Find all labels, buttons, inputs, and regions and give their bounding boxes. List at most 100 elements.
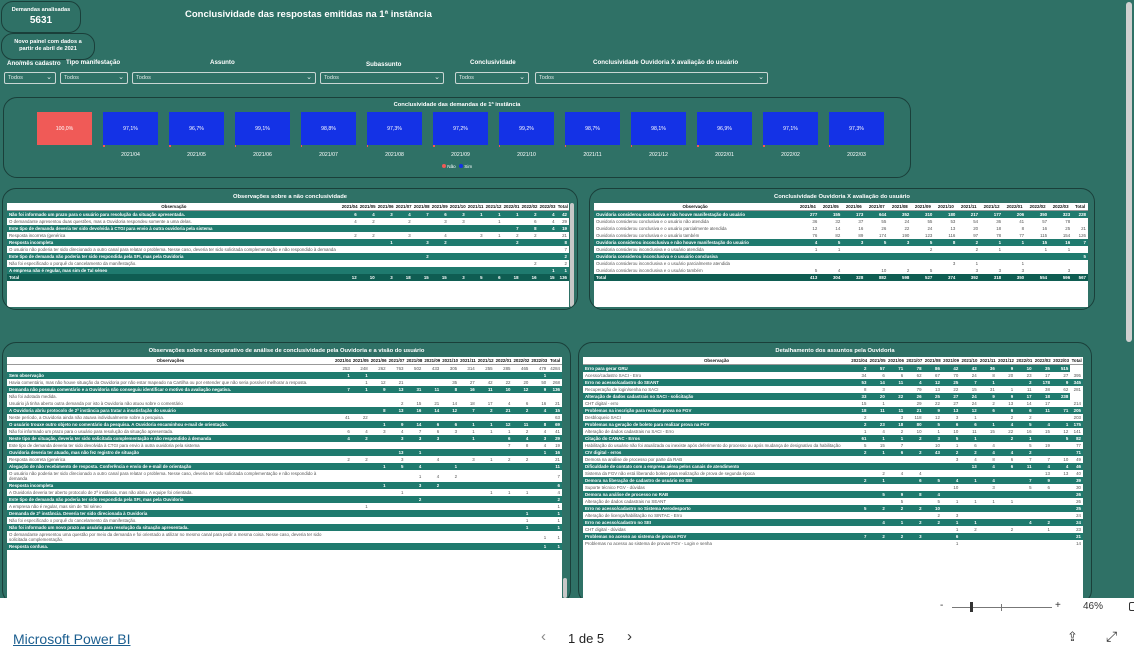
t1-scrollbar[interactable] bbox=[570, 203, 574, 307]
column-header[interactable]: 2021/05 bbox=[358, 203, 377, 211]
table-row[interactable]: Alteração de licença/habilitação no SINT… bbox=[583, 512, 1083, 519]
table-row[interactable]: Este tipo de demanda deveria ter sido de… bbox=[7, 442, 562, 449]
table-row[interactable]: Usuário já tinha aberto outra demanda po… bbox=[7, 400, 562, 407]
fit-page-icon[interactable] bbox=[1129, 602, 1134, 611]
column-header[interactable]: Total bbox=[1072, 203, 1088, 211]
column-header[interactable]: 2021/05 bbox=[868, 357, 887, 365]
table-row[interactable]: Demora na análise de processo por parte … bbox=[583, 456, 1083, 463]
column-header[interactable]: 2021/04 bbox=[340, 203, 359, 211]
table-row[interactable]: O usuário trouxe outro objeto no comentá… bbox=[7, 421, 562, 428]
table-row[interactable]: Erro no acesso/cadastro no Sistema Aerod… bbox=[583, 505, 1083, 512]
table-row[interactable]: Não foi informado um prazo para o usuári… bbox=[7, 428, 562, 435]
table-row[interactable]: Resposta incorreta (genérica 2 2 3 4 3 1 2 2 21 bbox=[7, 456, 562, 463]
table-row[interactable]: Não foi especificado o porquê do cancela… bbox=[7, 517, 562, 524]
fullscreen-icon[interactable]: ⤢ bbox=[1106, 628, 1117, 645]
column-header[interactable]: Observações bbox=[7, 357, 334, 365]
column-header[interactable]: 2021/10 bbox=[441, 357, 460, 365]
table-row[interactable]: Ouvidoria considerou inconclusiva e o us… bbox=[594, 253, 1088, 260]
column-header[interactable]: 2021/11 bbox=[459, 357, 477, 365]
table-row[interactable]: Demanda de 2ª instância. Deveria ter sid… bbox=[7, 510, 562, 517]
table-row[interactable]: Ouvidoria considerou conclusiva e não ho… bbox=[594, 210, 1088, 218]
column-header[interactable]: 2021/08 bbox=[412, 203, 431, 211]
column-header[interactable]: 2021/12 bbox=[996, 357, 1016, 365]
table-row[interactable]: Dificuldade de contato com a empresa aér… bbox=[583, 463, 1083, 470]
table-row[interactable]: O demandante apresentou duas questões, m… bbox=[7, 218, 569, 225]
filter-assunto-select[interactable]: Todos ⌄ bbox=[132, 72, 316, 84]
table-row[interactable]: CIV digital - erros 2 1 6 2 43 2 2 4 4 2 71 bbox=[583, 449, 1083, 456]
table-row[interactable]: O usuário não poderia ter sido direciona… bbox=[7, 470, 562, 482]
table-row[interactable]: Neste período, a Ouvidoria ainda não atu… bbox=[7, 414, 562, 421]
column-header[interactable]: 2021/06 bbox=[842, 203, 866, 211]
column-header[interactable]: 2021/09 bbox=[911, 203, 935, 211]
column-header[interactable]: Total bbox=[556, 203, 569, 211]
column-header[interactable]: 2022/02 bbox=[512, 357, 531, 365]
column-header[interactable]: 2022/01 bbox=[1003, 203, 1027, 211]
column-header[interactable]: 2021/10 bbox=[448, 203, 467, 211]
filter-conclusividade-select[interactable]: Todos ⌄ bbox=[455, 72, 529, 84]
column-header[interactable]: Observação bbox=[7, 203, 341, 211]
table-row[interactable]: Problemas na geração de boleto para real… bbox=[583, 421, 1083, 428]
filter-subassunto-select[interactable]: Todos ⌄ bbox=[320, 72, 444, 84]
column-header[interactable]: 2021/05 bbox=[819, 203, 843, 211]
column-header[interactable]: 2021/07 bbox=[865, 203, 889, 211]
column-header[interactable]: 2021/12 bbox=[980, 203, 1004, 211]
column-header[interactable]: 2021/06 bbox=[376, 203, 395, 211]
bar[interactable]: 99,1% bbox=[235, 112, 290, 148]
bar[interactable]: 97,2% bbox=[433, 112, 488, 148]
table-row[interactable]: Problemas na inscrição para realizar pro… bbox=[583, 407, 1083, 414]
zoom-out-button[interactable]: - bbox=[940, 600, 943, 611]
column-header[interactable]: 2021/07 bbox=[394, 203, 413, 211]
bar[interactable]: 99,2% bbox=[499, 112, 554, 148]
bar[interactable]: 98,8% bbox=[301, 112, 356, 148]
table-row[interactable]: Sistema da FGV não está liberando boleto… bbox=[583, 470, 1083, 477]
table-row[interactable]: Não foi especificado o porquê do cancela… bbox=[7, 260, 569, 267]
column-header[interactable]: 2021/04 bbox=[333, 357, 352, 365]
table-row[interactable]: Alteração de dados cadastrais no SACI - … bbox=[583, 428, 1083, 435]
table-row[interactable]: Ouvidoria considerou inconclusiva e não … bbox=[594, 239, 1088, 246]
t3-scrollbar[interactable] bbox=[563, 578, 567, 598]
column-header[interactable]: 2022/01 bbox=[1015, 357, 1034, 365]
bar[interactable]: 96,9% bbox=[697, 112, 752, 148]
table-row[interactable]: O usuário não poderia ter sido direciona… bbox=[7, 246, 569, 253]
filter-tipo-select[interactable]: Todos ⌄ bbox=[60, 72, 128, 84]
column-header[interactable]: 2021/11 bbox=[978, 357, 997, 365]
table-row[interactable]: Sem observação 1 1 1 bbox=[7, 372, 562, 379]
table-row[interactable]: Alteração de dados cadastrais no SACI - … bbox=[583, 393, 1083, 400]
column-header[interactable]: 2021/09 bbox=[941, 357, 961, 365]
column-header[interactable]: 2021/09 bbox=[430, 203, 449, 211]
table-row[interactable]: Ouvidoria considerou inconclusiva e o us… bbox=[594, 267, 1088, 274]
bar[interactable]: 98,7% bbox=[565, 112, 620, 148]
table-row[interactable]: Não foi informado um prazo para o usuári… bbox=[7, 210, 569, 218]
column-header[interactable]: 2021/04 bbox=[850, 357, 869, 365]
table-row[interactable]: Erro no acesso/cadastro do SEANT 53 14 11 4 1… bbox=[583, 379, 1083, 386]
column-header[interactable]: 2022/02 bbox=[520, 203, 539, 211]
filter-ano-select[interactable]: Todos ⌄ bbox=[4, 72, 56, 84]
table-row[interactable]: Total 413 304 328 882 598 527 374 392 318 350 554 59… bbox=[594, 274, 1088, 281]
table-row[interactable]: Ouvidoria deveria ter atuado, mas não fe… bbox=[7, 449, 562, 456]
column-header[interactable]: 2022/02 bbox=[1026, 203, 1050, 211]
table-row[interactable]: Resposta incompleta 1 3 2 2 8 bbox=[7, 239, 569, 246]
table-row[interactable]: Alegação de não recebimento de resposta.… bbox=[7, 463, 562, 470]
table-row[interactable]: Erro para gerar GRU 2 57 71 78 86 42 43 36 9 10 35 5… bbox=[583, 364, 1083, 372]
table-row[interactable]: Alteração de dados cadastrais no SEANT 5 5… bbox=[583, 498, 1083, 505]
power-bi-link[interactable]: Microsoft Power BI bbox=[13, 631, 130, 647]
table-row[interactable]: Não foi informado um novo prazo ao usuár… bbox=[7, 524, 562, 531]
table-row[interactable]: Ouvidoria considerou inconclusiva e o us… bbox=[594, 260, 1088, 267]
bar[interactable]: 97,3% bbox=[367, 112, 422, 148]
column-header[interactable]: 2022/03 bbox=[530, 357, 549, 365]
column-header[interactable]: 2022/02 bbox=[1033, 357, 1052, 365]
table-row[interactable]: Não foi adotada medida. bbox=[7, 393, 562, 400]
column-header[interactable]: 2021/11 bbox=[957, 203, 981, 211]
column-header[interactable]: 2021/11 bbox=[466, 203, 485, 211]
table-row[interactable]: Ouvidoria considerou conclusiva e o usuá… bbox=[594, 225, 1088, 232]
table-row[interactable]: Demora na liberação de cadastro de usuár… bbox=[583, 477, 1083, 484]
prev-page-button[interactable]: ‹ bbox=[541, 628, 546, 645]
column-header[interactable]: 2021/08 bbox=[888, 203, 912, 211]
column-header[interactable]: Observação bbox=[594, 203, 797, 211]
table-row[interactable]: A empresa não é regular, mas sim de Tal … bbox=[7, 267, 569, 274]
table-row[interactable]: Neste tipo de situação, deveria ter sido… bbox=[7, 435, 562, 442]
table-row[interactable]: Acesso/cadastro SACI - Erro 34 6 6 62 67 70 24 8… bbox=[583, 372, 1083, 379]
share-icon[interactable]: ⇪ bbox=[1067, 629, 1078, 645]
table-row[interactable]: Citação do CANAC - Erros 61 1 1 2 3 5 1 2 1 5 82 bbox=[583, 435, 1083, 442]
column-header[interactable]: 2021/08 bbox=[923, 357, 942, 365]
